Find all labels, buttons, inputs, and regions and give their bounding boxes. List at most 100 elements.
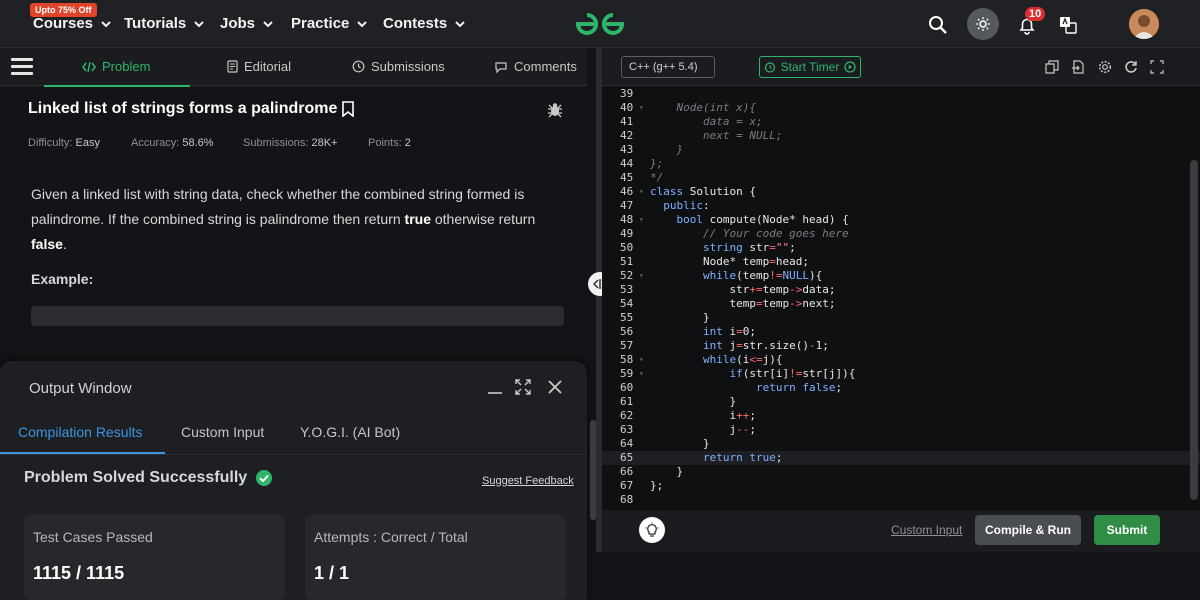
nav-jobs[interactable]: Jobs [220,15,275,32]
line-number: 51 [620,255,634,268]
tab-label: Comments [514,59,577,74]
code-line[interactable]: 41 data = x; [602,115,1200,129]
line-number: 66 [620,465,634,478]
line-number: 43 [620,143,634,156]
code-line[interactable]: 48 ▾ bool compute(Node* head) { [602,213,1200,227]
sun-icon [976,17,990,31]
output-window-title: Output Window [29,380,132,397]
code-line[interactable]: 49 // Your code goes here [602,227,1200,241]
code-line[interactable]: 42 next = NULL; [602,129,1200,143]
compile-run-button[interactable]: Compile & Run [975,515,1081,545]
fold-arrow-icon[interactable]: ▾ [639,353,644,367]
custom-input-link[interactable]: Custom Input [891,523,962,537]
fold-arrow-icon[interactable]: ▾ [639,101,644,115]
code-line[interactable]: 57 int j=str.size()-1; [602,339,1200,353]
code-line[interactable]: 54 temp=temp->next; [602,297,1200,311]
bug-report-icon[interactable] [546,101,564,119]
settings-icon[interactable] [1098,60,1112,74]
code-text: } [650,311,710,324]
gfg-logo[interactable] [572,10,628,38]
code-line[interactable]: 56 int i=0; [602,325,1200,339]
output-scrollbar[interactable] [590,420,596,520]
fold-arrow-icon[interactable]: ▾ [639,269,644,283]
tab-comments[interactable]: Comments [494,59,577,74]
nav-practice[interactable]: Practice [291,15,369,32]
close-icon[interactable] [546,378,564,396]
code-line[interactable]: 53 str+=temp->data; [602,283,1200,297]
tab-label: Submissions [371,59,445,74]
code-text: }; [650,157,664,170]
code-line[interactable]: 50 string str=""; [602,241,1200,255]
minimize-icon[interactable] [486,378,504,396]
code-line[interactable]: 60 return false; [602,381,1200,395]
line-number: 61 [620,395,634,408]
code-line[interactable]: 55 } [602,311,1200,325]
code-line[interactable]: 66 } [602,465,1200,479]
code-text: if(str[i]!=str[j]){ [729,367,856,380]
language-select[interactable]: C++ (g++ 5.4) [621,56,715,78]
comment-icon [495,61,507,73]
problem-description: Given a linked list with string data, ch… [31,182,561,257]
fold-arrow-icon[interactable]: ▾ [639,367,644,381]
code-line[interactable]: 44}; [602,157,1200,171]
line-number: 68 [620,493,634,506]
nav-contests[interactable]: Contests [383,15,467,32]
code-text: int j=str.size()-1; [702,339,829,352]
code-line[interactable]: 39 [602,87,1200,101]
code-line[interactable]: 61 } [602,395,1200,409]
search-button[interactable] [923,10,953,40]
code-text: public: [663,199,710,212]
tab-submissions[interactable]: Submissions [352,59,445,74]
code-line[interactable]: 47 public: [602,199,1200,213]
import-file-icon[interactable] [1071,60,1085,74]
code-line[interactable]: 68 [602,493,1200,507]
search-icon [929,16,947,34]
code-line[interactable]: 65 return true; [602,451,1200,465]
theme-toggle-button[interactable] [967,8,999,40]
fullscreen-icon[interactable] [1150,60,1164,74]
fold-arrow-icon[interactable]: ▾ [639,213,644,227]
code-line[interactable]: 45 */ [602,171,1200,185]
code-line[interactable]: 46 ▾ class Solution { [602,185,1200,199]
menu-icon[interactable] [11,58,33,76]
line-number: 46 [620,185,634,198]
copy-icon[interactable] [1045,60,1059,74]
submit-button[interactable]: Submit [1094,515,1160,545]
code-line[interactable]: 62 i++; [602,409,1200,423]
code-line[interactable]: 43 } [602,143,1200,157]
tab-editorial[interactable]: Editorial [227,59,291,74]
code-line[interactable]: 63 j--; [602,423,1200,437]
hint-button[interactable] [639,517,665,543]
nav-tutorials[interactable]: Tutorials [124,15,206,32]
code-text: Node* temp=head; [702,255,809,268]
code-line[interactable]: 64 } [602,437,1200,451]
editor-scrollbar[interactable] [1190,160,1198,500]
code-text: while(i<=j){ [702,353,783,366]
nav-courses[interactable]: Courses [33,15,113,32]
suggest-feedback-link[interactable]: Suggest Feedback [482,475,574,487]
bookmark-icon[interactable] [341,101,355,117]
code-editor[interactable]: 39 40 ▾ Node(int x){41 data = x; 42 next = … [602,86,1200,514]
expand-icon[interactable] [514,378,532,396]
code-line[interactable]: 51 Node* temp=head; [602,255,1200,269]
code-line[interactable]: 58 ▾ while(i<=j){ [602,353,1200,367]
code-text: return false; [755,381,843,394]
avatar[interactable] [1129,9,1159,39]
translate-icon [1060,17,1077,34]
tab-problem[interactable]: Problem [43,59,192,87]
nav-label: Tutorials [124,15,187,32]
line-number: 64 [620,437,634,450]
fold-arrow-icon[interactable]: ▾ [639,185,644,199]
code-line[interactable]: 59 ▾ if(str[i]!=str[j]){ [602,367,1200,381]
tab-custom-input[interactable]: Custom Input [181,424,264,440]
code-line[interactable]: 67}; [602,479,1200,493]
start-timer-button[interactable]: Start Timer [759,56,861,78]
translate-button[interactable] [1053,10,1083,40]
tab-compilation-results[interactable]: Compilation Results [18,424,143,440]
code-line[interactable]: 40 ▾ Node(int x){ [602,101,1200,115]
card-value: 1115 / 1115 [33,563,125,583]
tab-yogi-ai-bot[interactable]: Y.O.G.I. (AI Bot) [300,424,400,440]
result-status-text: Problem Solved Successfully [24,469,248,486]
code-line[interactable]: 52 ▾ while(temp!=NULL){ [602,269,1200,283]
reset-icon[interactable] [1124,60,1138,74]
